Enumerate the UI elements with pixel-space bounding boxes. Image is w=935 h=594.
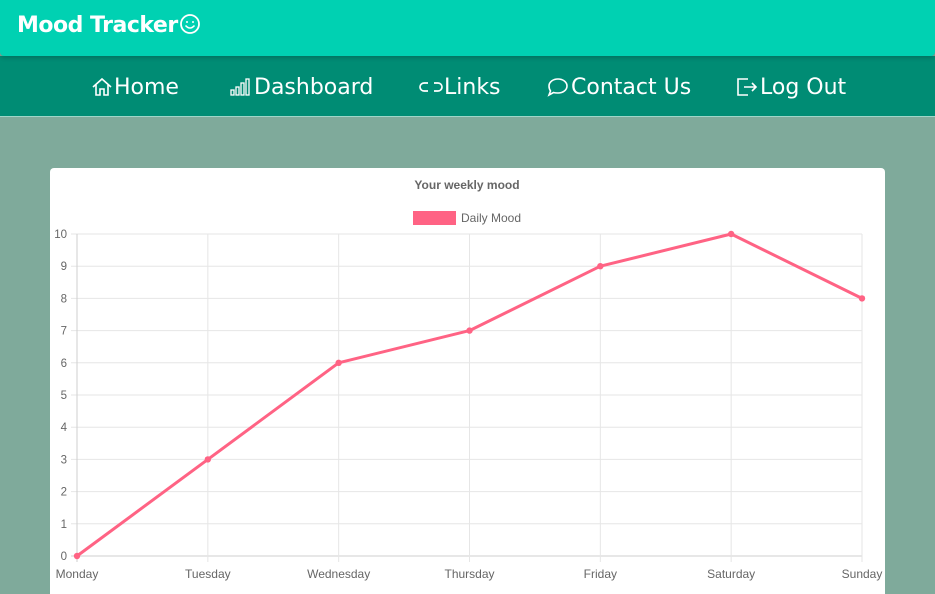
y-tick-label: 1: [61, 519, 67, 531]
chart-title: Your weekly mood: [414, 178, 519, 192]
nav-links-label: Links: [444, 74, 501, 100]
x-tick-label: Tuesday: [185, 567, 231, 581]
data-point[interactable]: [858, 295, 866, 302]
main-nav: Home Dashboard Links Contact Us Log Out: [0, 56, 935, 117]
x-tick-label: Monday: [56, 567, 99, 581]
y-tick-label: 2: [61, 487, 67, 499]
nav-dashboard[interactable]: Dashboard: [229, 72, 373, 102]
bar-chart-icon: [229, 76, 253, 98]
x-tick-label: Friday: [584, 567, 617, 581]
data-point[interactable]: [335, 359, 342, 366]
x-tick-label: Wednesday: [307, 567, 370, 581]
data-point[interactable]: [204, 456, 212, 463]
nav-home-label: Home: [114, 74, 179, 100]
data-point[interactable]: [73, 552, 81, 560]
y-tick-label: 8: [61, 293, 67, 305]
data-point[interactable]: [727, 230, 735, 238]
mood-chart: 0 1 2 3 4 5 6 7 8 9 10 Monday Tuesday Wednesday Thursd…: [54, 178, 883, 581]
smile-icon: [179, 13, 201, 41]
brand-title: Mood Tracker: [17, 13, 178, 38]
nav-links[interactable]: Links: [419, 72, 501, 102]
y-tick-label: 6: [61, 358, 67, 370]
y-tick-label: 3: [61, 454, 67, 466]
legend-label[interactable]: Daily Mood: [461, 211, 521, 225]
x-tick-label: Thursday: [444, 567, 494, 581]
x-tick-label: Sunday: [842, 567, 883, 581]
logout-icon: [735, 76, 759, 98]
y-tick-label: 9: [61, 261, 67, 273]
brand[interactable]: Mood Tracker: [17, 13, 201, 41]
link-icon: [419, 76, 443, 98]
data-point[interactable]: [597, 263, 604, 270]
home-icon: [91, 76, 113, 98]
nav-contact-label: Contact Us: [571, 74, 692, 100]
chat-icon: [546, 76, 570, 98]
legend-swatch[interactable]: [413, 211, 456, 225]
y-tick-label: 10: [54, 229, 67, 241]
x-tick-label: Saturday: [707, 567, 755, 581]
y-tick-label: 5: [61, 390, 67, 402]
nav-logout[interactable]: Log Out: [735, 72, 846, 102]
nav-home[interactable]: Home: [91, 72, 179, 102]
y-tick-label: 0: [61, 551, 67, 563]
chart-card: 0 1 2 3 4 5 6 7 8 9 10 Monday Tuesday Wednesday Thursd…: [50, 168, 885, 594]
app-header: Mood Tracker: [0, 0, 935, 56]
nav-contact[interactable]: Contact Us: [546, 72, 691, 102]
data-point[interactable]: [466, 327, 473, 334]
nav-logout-label: Log Out: [760, 74, 847, 100]
y-tick-label: 7: [61, 326, 67, 338]
nav-dashboard-label: Dashboard: [254, 74, 374, 100]
y-tick-label: 4: [61, 422, 68, 434]
